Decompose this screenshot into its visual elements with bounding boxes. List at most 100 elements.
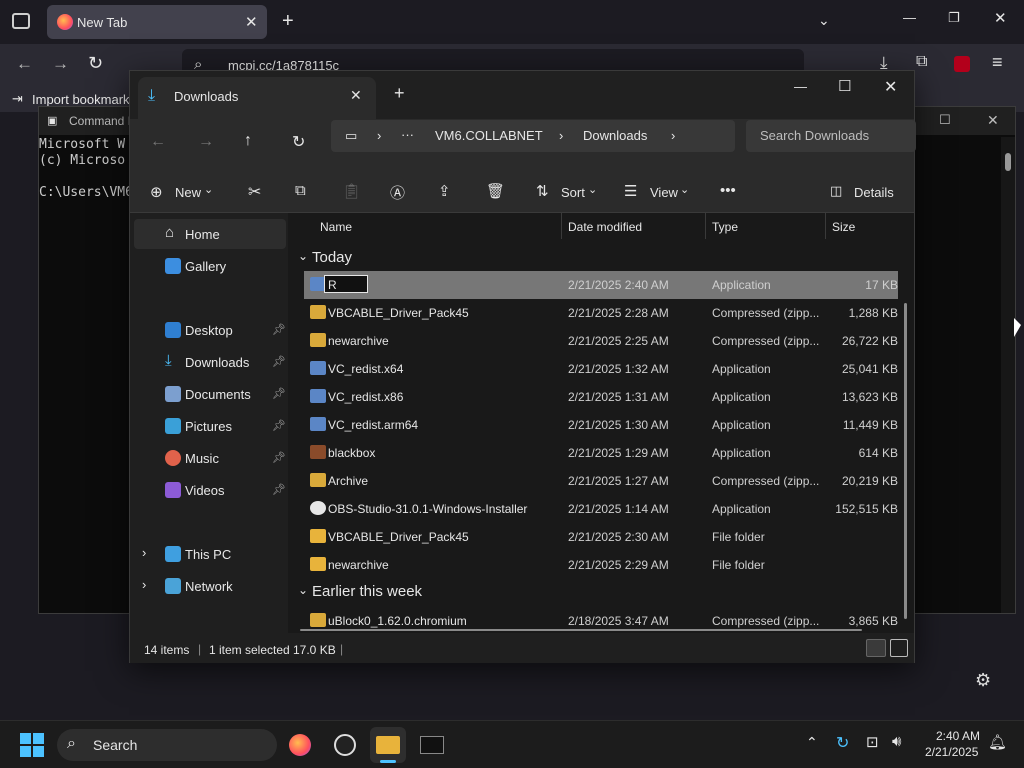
pin-icon[interactable]: 📌︎ xyxy=(272,323,286,336)
nav-item-downloads[interactable]: ⤓ Downloads 📌︎ xyxy=(134,347,286,377)
file-row[interactable]: OBS-Studio-31.0.1-Windows-Installer 2/21… xyxy=(304,495,898,523)
taskbar-terminal[interactable] xyxy=(414,727,450,763)
breadcrumb-downloads[interactable]: Downloads xyxy=(583,128,647,143)
sort-button[interactable]: Sort xyxy=(561,185,585,200)
cmd-scroll-thumb[interactable] xyxy=(1005,153,1011,171)
file-row-selected[interactable]: R 2/21/2025 2:40 AM Application 17 KB xyxy=(304,271,898,299)
nav-item-videos[interactable]: Videos 📌︎ xyxy=(134,475,286,505)
pin-icon[interactable]: 📌︎ xyxy=(272,419,286,432)
settings-gear-icon[interactable]: ⚙ xyxy=(975,670,991,691)
column-size[interactable]: Size xyxy=(832,220,855,234)
nav-item-pictures[interactable]: Pictures 📌︎ xyxy=(134,411,286,441)
file-row[interactable]: newarchive 2/21/2025 2:25 AM Compressed … xyxy=(304,327,898,355)
refresh-icon[interactable]: ↻ xyxy=(292,132,305,152)
collapse-group-icon[interactable]: ⌄ xyxy=(298,583,308,597)
pin-icon[interactable]: 📌︎ xyxy=(272,451,286,464)
rename-icon[interactable]: Ⓐ xyxy=(390,182,405,203)
nav-item-desktop[interactable]: Desktop 📌︎ xyxy=(134,315,286,345)
column-divider[interactable] xyxy=(825,213,826,239)
nav-item-gallery[interactable]: Gallery xyxy=(134,251,286,281)
new-tab-icon[interactable]: + xyxy=(282,10,294,33)
file-row[interactable]: VC_redist.x86 2/21/2025 1:31 AM Applicat… xyxy=(304,383,898,411)
minimize-icon[interactable]: — xyxy=(903,10,916,25)
volume-icon[interactable]: 🔊︎ xyxy=(892,733,901,750)
clock-time[interactable]: 2:40 AM xyxy=(936,729,980,743)
search-downloads-input[interactable]: Search Downloads xyxy=(746,120,916,152)
taskbar-firefox[interactable] xyxy=(282,727,318,763)
column-date[interactable]: Date modified xyxy=(568,220,642,234)
details-view-icon[interactable] xyxy=(866,639,886,657)
network-icon[interactable]: ⊡ xyxy=(866,733,879,751)
column-type[interactable]: Type xyxy=(712,220,738,234)
import-bookmarks-link[interactable]: Import bookmarks xyxy=(32,92,136,107)
file-row[interactable]: blackbox 2/21/2025 1:29 AM Application 6… xyxy=(304,439,898,467)
nav-item-home[interactable]: ⌂ Home xyxy=(134,219,286,249)
new-button[interactable]: New xyxy=(175,185,201,200)
column-name[interactable]: Name xyxy=(320,220,352,234)
more-crumbs-icon[interactable]: ··· xyxy=(401,127,414,142)
forward-icon[interactable]: → xyxy=(52,54,69,74)
extensions-icon[interactable]: ⧉ xyxy=(916,53,927,71)
ublock-icon[interactable] xyxy=(954,56,970,72)
address-bar[interactable]: ▭ › ··· VM6.COLLABNET › Downloads › xyxy=(331,120,735,152)
sync-icon[interactable]: ↻ xyxy=(836,733,849,753)
column-divider[interactable] xyxy=(705,213,706,239)
horizontal-scrollbar[interactable] xyxy=(300,629,862,631)
minimize-icon[interactable]: — xyxy=(794,79,807,94)
cut-icon[interactable]: ✂ xyxy=(248,182,261,202)
taskbar-obs[interactable] xyxy=(327,727,363,763)
maximize-icon[interactable]: ☐ xyxy=(838,77,851,95)
browser-tab[interactable]: New Tab ✕ xyxy=(47,5,267,39)
column-divider[interactable] xyxy=(561,213,562,239)
nav-item-music[interactable]: Music 📌︎ xyxy=(134,443,286,473)
file-row[interactable]: newarchive 2/21/2025 2:29 AM File folder xyxy=(304,551,898,579)
expand-chevron-icon[interactable]: › xyxy=(142,577,146,592)
tab-list-icon[interactable] xyxy=(12,13,30,29)
close-window-icon[interactable]: ✕ xyxy=(884,77,897,97)
nav-item-this-pc[interactable]: › This PC xyxy=(134,539,286,569)
breadcrumb-vm6[interactable]: VM6.COLLABNET xyxy=(435,128,543,143)
pin-icon[interactable]: 📌︎ xyxy=(272,387,286,400)
more-options-button[interactable]: ••• xyxy=(720,182,736,199)
copy-icon[interactable]: ⧉ xyxy=(295,182,306,199)
file-row[interactable]: Archive 2/21/2025 1:27 AM Compressed (zi… xyxy=(304,467,898,495)
reload-icon[interactable]: ↻ xyxy=(88,53,103,74)
new-tab-icon[interactable]: + xyxy=(394,83,405,104)
explorer-tab[interactable]: ⤓ Downloads ✕ xyxy=(138,77,376,119)
paste-icon[interactable]: 📋︎ xyxy=(342,182,361,200)
up-icon[interactable]: ↑ xyxy=(244,132,252,150)
expand-chevron-icon[interactable]: › xyxy=(142,545,146,560)
taskbar-search[interactable]: ⌕ Search xyxy=(57,729,277,761)
taskbar-file-explorer[interactable] xyxy=(370,727,406,763)
file-row[interactable]: VBCABLE_Driver_Pack45 2/21/2025 2:30 AM … xyxy=(304,523,898,551)
close-tab-icon[interactable]: ✕ xyxy=(245,13,258,31)
large-icons-view-icon[interactable] xyxy=(890,639,908,657)
cmd-close-icon[interactable]: ✕ xyxy=(987,112,999,129)
details-button[interactable]: Details xyxy=(854,185,894,200)
close-tab-icon[interactable]: ✕ xyxy=(350,87,362,104)
notification-bell-icon[interactable]: 🔔︎ xyxy=(988,733,1007,751)
start-icon[interactable] xyxy=(20,733,44,757)
pin-icon[interactable]: 📌︎ xyxy=(272,483,286,496)
close-window-icon[interactable]: ✕ xyxy=(994,9,1007,27)
cmd-maximize-icon[interactable]: ☐ xyxy=(939,112,951,128)
rename-input[interactable]: R xyxy=(324,275,368,293)
chevron-up-icon[interactable]: ⌃ xyxy=(806,734,818,751)
nav-item-documents[interactable]: Documents 📌︎ xyxy=(134,379,286,409)
vertical-scrollbar[interactable] xyxy=(904,303,907,619)
file-row[interactable]: VC_redist.x64 2/21/2025 1:32 AM Applicat… xyxy=(304,355,898,383)
share-icon[interactable]: ⇪ xyxy=(438,182,451,200)
back-icon[interactable]: ← xyxy=(150,133,166,151)
chevron-down-icon[interactable]: ⌄ xyxy=(818,12,830,29)
back-icon[interactable]: ← xyxy=(16,54,33,74)
collapse-group-icon[interactable]: ⌄ xyxy=(298,249,308,263)
file-row[interactable]: VBCABLE_Driver_Pack45 2/21/2025 2:28 AM … xyxy=(304,299,898,327)
menu-icon[interactable]: ≡ xyxy=(992,52,1003,73)
forward-icon[interactable]: → xyxy=(198,133,214,151)
nav-item-network[interactable]: › Network xyxy=(134,571,286,601)
clock-date[interactable]: 2/21/2025 xyxy=(925,745,978,759)
cmd-scrollbar[interactable] xyxy=(1001,137,1015,613)
delete-icon[interactable]: 🗑︎ xyxy=(486,182,505,200)
restore-icon[interactable]: ❐ xyxy=(948,10,960,26)
pin-icon[interactable]: 📌︎ xyxy=(272,355,286,368)
